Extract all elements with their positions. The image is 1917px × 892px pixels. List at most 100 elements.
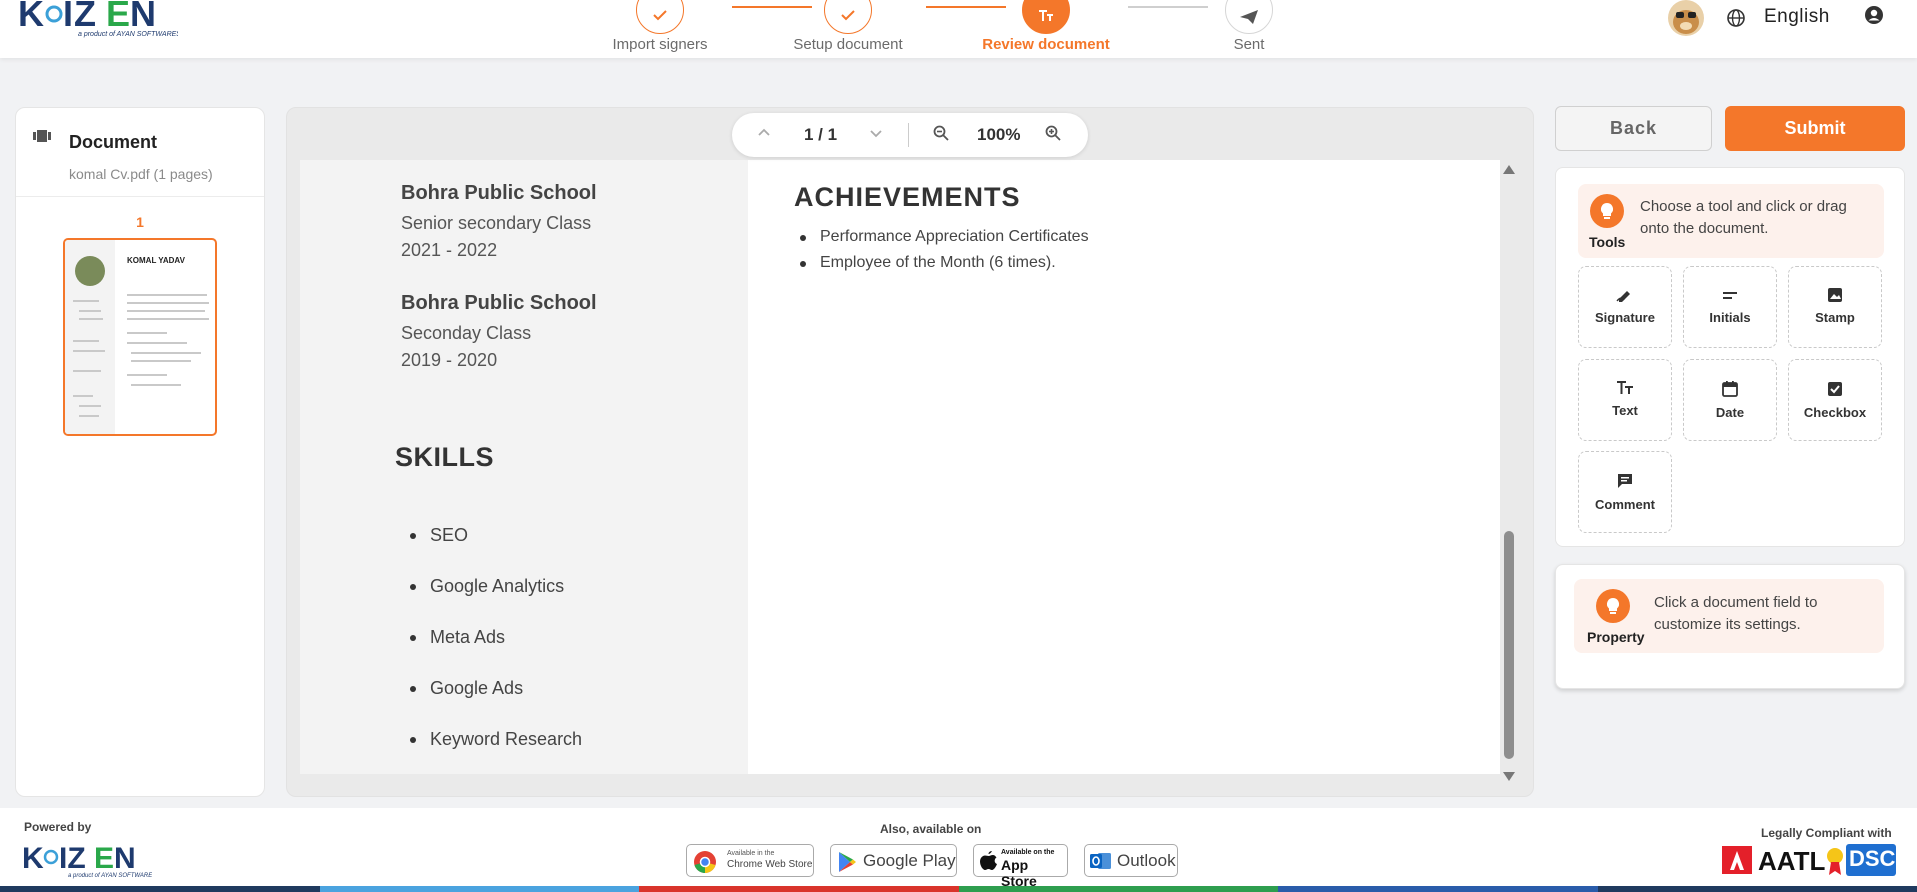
tool-checkbox[interactable]: Checkbox (1788, 359, 1882, 441)
tools-panel: Tools Choose a tool and click or drag on… (1555, 167, 1905, 547)
app-store-badge[interactable]: Available on the App Store (973, 844, 1068, 889)
progress-stepper: Import signers Setup document Review doc… (612, 0, 1300, 58)
thumbnail-line (131, 352, 201, 354)
svg-text:N: N (114, 842, 136, 875)
page-footer: Powered by K IZ E N a product of AYAN SO… (0, 808, 1917, 892)
thumbnail-line (79, 415, 99, 417)
google-play-icon (839, 852, 856, 872)
resume-sidebar (300, 160, 748, 774)
skills-heading: SKILLS (395, 442, 495, 472)
comment-icon (1618, 474, 1632, 488)
step-review-document[interactable]: Review document (976, 0, 1116, 53)
tool-label: Checkbox (1803, 405, 1867, 420)
thumbnail-line (127, 332, 167, 334)
tool-label: Stamp (1815, 310, 1855, 325)
page-number-label: 1 (136, 214, 144, 230)
account-icon[interactable] (1864, 5, 1884, 25)
svg-text:IZ: IZ (63, 0, 97, 34)
tool-comment[interactable]: Comment (1578, 451, 1672, 533)
svg-text:a product of AYAN SOFTWARES: a product of AYAN SOFTWARES (68, 873, 152, 879)
back-button[interactable]: Back (1555, 106, 1712, 151)
viewer-scrollbar[interactable] (1502, 165, 1516, 781)
store-name: Chrome Web Store (727, 859, 813, 870)
color-segment (958, 886, 1278, 892)
education-class: Senior secondary Class (401, 213, 592, 233)
globe-icon[interactable] (1726, 8, 1746, 28)
thumbnail-line (127, 374, 167, 376)
skill-item: Google Analytics (409, 576, 565, 596)
education-school: Bohra Public School (401, 292, 597, 314)
google-play-badge[interactable]: Google Play (830, 844, 957, 877)
color-segment (1278, 886, 1598, 892)
skill-item: Google Ads (409, 678, 524, 698)
education-years: 2021 - 2022 (401, 240, 498, 260)
powered-by-label: Powered by (24, 820, 92, 834)
thumbnail-line (79, 405, 101, 407)
tool-stamp[interactable]: Stamp (1788, 266, 1882, 348)
calendar-icon (1722, 381, 1738, 397)
thumbnail-line (127, 294, 207, 296)
language-selector[interactable]: English (1764, 6, 1830, 28)
step-import-signers[interactable]: Import signers (590, 0, 730, 53)
page-indicator: 1 / 1 (804, 125, 838, 144)
thumbnail-line (131, 384, 181, 386)
skill-item: Meta Ads (409, 627, 506, 647)
also-available-label: Also, available on (880, 822, 982, 836)
svg-text:E: E (94, 842, 114, 875)
text-icon (1617, 381, 1633, 394)
svg-text:K: K (18, 0, 45, 34)
kaizen-logo[interactable]: K IZ E N a product of AYAN SOFTWARES (18, 0, 178, 42)
svg-text:N: N (130, 0, 156, 34)
page-thumbnail[interactable]: KOMAL YADAV (63, 238, 217, 436)
svg-text:K: K (22, 842, 44, 875)
svg-text:E: E (106, 0, 130, 34)
property-hint-text: Click a document field to customize its … (1654, 594, 1818, 633)
zoom-in-icon[interactable] (1044, 124, 1062, 142)
thumbnail-line (79, 310, 101, 312)
achievement-item: Performance Appreciation Certificates (800, 228, 1089, 245)
svg-text:a product of AYAN SOFTWARES: a product of AYAN SOFTWARES (78, 31, 178, 38)
tool-text[interactable]: Text (1578, 359, 1672, 441)
tool-label: Signature (1595, 310, 1655, 325)
panel-title: Document (69, 132, 158, 152)
top-header: K IZ E N a product of AYAN SOFTWARES Imp… (0, 0, 1917, 58)
next-page-icon[interactable] (868, 125, 884, 141)
medal-icon (1827, 848, 1843, 875)
chrome-web-store-badge[interactable]: Available in the Chrome Web Store (686, 844, 814, 877)
outlook-badge[interactable]: Outlook (1084, 844, 1178, 877)
dsc-label: DSC (1849, 846, 1896, 871)
skill-item: Keyword Research (409, 729, 583, 749)
step-sent[interactable]: Sent (1179, 0, 1319, 53)
store-name: App Store (1001, 857, 1037, 889)
document-page[interactable]: Bohra Public School Senior secondary Cla… (300, 160, 1500, 774)
adobe-icon (1722, 846, 1752, 874)
education-school: Bohra Public School (401, 182, 597, 204)
thumbnail-line (79, 318, 103, 320)
step-label: Sent (1233, 36, 1265, 53)
achievements-heading: ACHIEVEMENTS (794, 182, 1021, 212)
scroll-up-arrow-icon[interactable] (1503, 165, 1515, 174)
step-setup-document[interactable]: Setup document (778, 0, 918, 53)
tool-signature[interactable]: Signature (1578, 266, 1672, 348)
step-label: Review document (982, 36, 1110, 53)
previous-page-icon[interactable] (756, 125, 772, 141)
kaizen-footer-logo[interactable]: K IZ E N a product of AYAN SOFTWARES (22, 838, 152, 882)
apple-icon (980, 851, 997, 870)
legal-compliance-label: Legally Compliant with (1761, 826, 1892, 840)
scrollbar-thumb[interactable] (1504, 531, 1514, 759)
thumbnail-line (127, 342, 187, 344)
color-segment (1597, 886, 1917, 892)
mascot-avatar[interactable] (1668, 0, 1704, 36)
compliance-badges: AATL DSC (1722, 844, 1896, 876)
zoom-out-icon[interactable] (932, 124, 950, 142)
tool-initials[interactable]: Initials (1683, 266, 1777, 348)
scroll-down-arrow-icon[interactable] (1503, 772, 1515, 781)
tool-date[interactable]: Date (1683, 359, 1777, 441)
submit-button[interactable]: Submit (1725, 106, 1905, 151)
store-name: Outlook (1117, 851, 1176, 870)
pages-icon (33, 130, 51, 142)
step-label: Import signers (612, 36, 708, 53)
thumbnail-line (73, 340, 99, 342)
thumbnail-line (127, 318, 209, 320)
document-pages-panel: Document komal Cv.pdf (1 pages) 1 KOMAL … (15, 107, 265, 797)
